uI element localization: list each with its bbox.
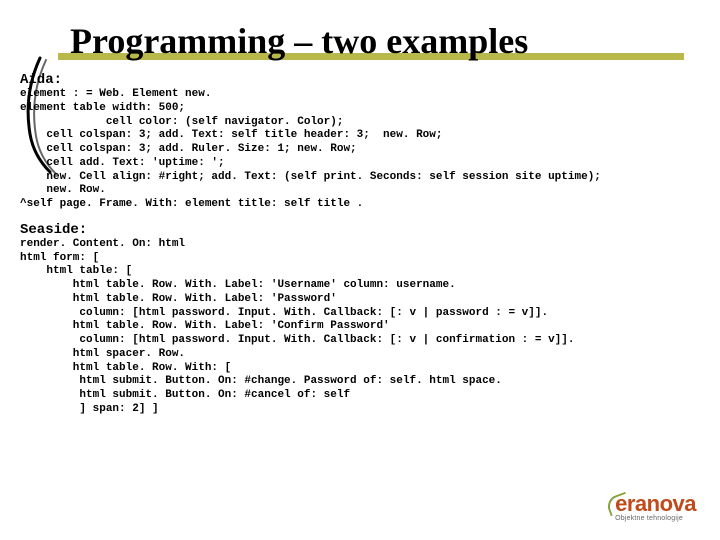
page-title: Programming – two examples bbox=[70, 20, 720, 62]
section-aida-code: element : = Web. Element new. element ta… bbox=[0, 88, 720, 212]
section-seaside-code: render. Content. On: html html form: [ h… bbox=[0, 238, 720, 417]
logo: eranova Objektne tehnologije bbox=[615, 491, 696, 522]
title-area: Programming – two examples bbox=[0, 0, 720, 62]
logo-wordmark: eranova bbox=[615, 491, 696, 517]
penstroke-decoration bbox=[20, 56, 64, 176]
slide: Programming – two examples Aida: element… bbox=[0, 0, 720, 540]
section-aida-label: Aida: bbox=[0, 62, 720, 88]
section-seaside-label: Seaside: bbox=[0, 212, 720, 238]
